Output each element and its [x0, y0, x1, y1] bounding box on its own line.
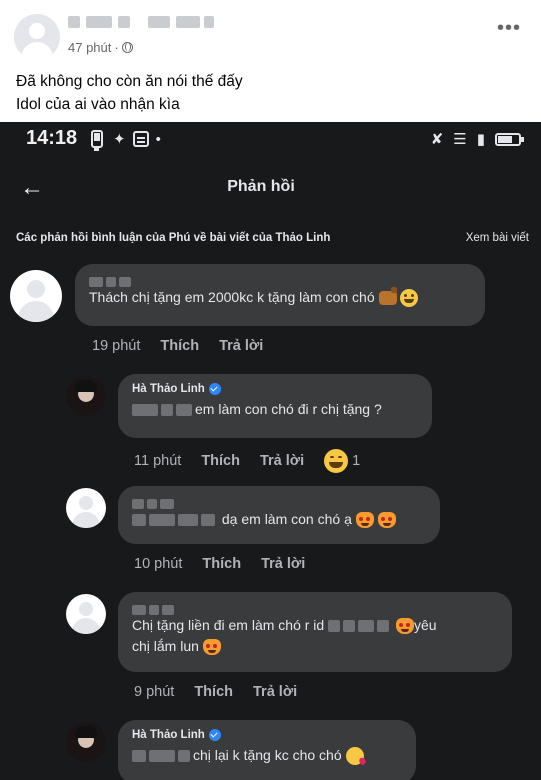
commenter-name-redacted	[132, 601, 498, 615]
post-meta: 47 phút ·	[68, 40, 133, 55]
reply-author-name[interactable]: Hà Thảo Linh	[132, 383, 205, 395]
post-caption: Đã không cho còn ăn nói thế đấy Idol của…	[16, 70, 243, 116]
dot-icon: •	[155, 130, 161, 148]
message-icon	[132, 131, 149, 147]
reply-text: em làm con chó đi r chị tặng ?	[132, 399, 418, 420]
screen-title: Phản hồi	[227, 178, 295, 195]
battery-level-icon	[495, 132, 524, 146]
heart-eyes-cat-icon	[377, 512, 396, 529]
reply-text: chị lại k tặng kc cho chó	[132, 745, 402, 766]
commenter-name-redacted	[132, 495, 426, 509]
reply-author: Hà Thảo Linh	[132, 383, 418, 395]
reply-button[interactable]: Trả lời	[261, 556, 305, 572]
commenter-name-redacted	[89, 273, 471, 287]
comment-time: 9 phút	[134, 684, 175, 700]
status-bar: 14:18 ✦ • ✘ ☰ ▮	[0, 122, 541, 158]
view-post-link[interactable]: Xem bài viết	[466, 232, 529, 244]
comment-text: dạ em làm con chó ạ	[132, 509, 426, 530]
commenter-avatar[interactable]	[66, 488, 106, 528]
commenter-avatar[interactable]	[66, 594, 106, 634]
dog-emoji-icon	[378, 287, 397, 306]
kissing-cat-icon	[202, 639, 221, 656]
more-options-icon[interactable]: •••	[497, 18, 521, 38]
author-photo-avatar[interactable]	[66, 376, 106, 416]
wifi-icon: ☰	[453, 131, 467, 148]
reply-button[interactable]: Trả lời	[253, 684, 297, 700]
context-label: Các phản hồi bình luận của Phú về bài vi…	[16, 232, 331, 244]
reaction-summary[interactable]: 1	[324, 449, 360, 473]
comment-time: 10 phút	[134, 556, 183, 572]
status-time: 14:18	[26, 127, 78, 149]
reply-author: Hà Thảo Linh	[132, 729, 402, 741]
author-photo-avatar[interactable]	[66, 722, 106, 762]
kissing-face-emoji-icon	[345, 747, 364, 766]
like-button[interactable]: Thích	[201, 453, 240, 469]
broom-icon: ✦	[113, 131, 126, 148]
post-header: 47 phút · •••	[0, 0, 541, 62]
status-icons-right: ✘ ☰ ▮	[430, 130, 524, 148]
author-avatar[interactable]	[14, 14, 60, 60]
mute-icon: ✘	[430, 131, 444, 148]
reaction-count: 1	[352, 453, 361, 469]
post-time[interactable]: 47 phút	[68, 40, 111, 55]
like-button[interactable]: Thích	[160, 338, 199, 354]
embedded-screenshot: 14:18 ✦ • ✘ ☰ ▮ ← Phản hồi Các phản hồi …	[0, 122, 541, 780]
comment-actions: 10 phút Thích Trả lời	[134, 556, 305, 572]
caption-line-2: Idol của ai vào nhận kìa	[16, 96, 180, 113]
like-button[interactable]: Thích	[194, 684, 233, 700]
caption-line-1: Đã không cho còn ăn nói thế đấy	[16, 73, 243, 90]
meta-separator: ·	[114, 40, 119, 55]
commenter-avatar[interactable]	[10, 270, 62, 322]
heart-eyes-cat-icon	[355, 512, 374, 529]
comment-bubble[interactable]: Thách chị tặng em 2000kc k tặng làm con …	[75, 264, 485, 326]
reply-bubble[interactable]: Hà Thảo Linh chị lại k tặng kc cho chó	[118, 720, 416, 780]
verified-badge-icon	[208, 383, 221, 395]
comment-text: Thách chị tặng em 2000kc k tặng làm con …	[89, 287, 471, 308]
verified-badge-icon	[208, 729, 221, 741]
top-bar: ← Phản hồi	[0, 168, 541, 208]
like-button[interactable]: Thích	[202, 556, 241, 572]
battery-icon	[91, 130, 103, 148]
comment-text: Chị tặng liền đi em làm chó r id yêu	[132, 617, 437, 635]
laughing-emoji-icon	[400, 289, 419, 308]
signal-icon: ▮	[476, 131, 485, 148]
globe-icon	[121, 42, 133, 53]
comment-bubble[interactable]: Chị tặng liền đi em làm chó r id yêu chị…	[118, 592, 512, 672]
reply-bubble[interactable]: Hà Thảo Linh em làm con chó đi r chị tặn…	[118, 374, 432, 438]
haha-reaction-icon	[324, 449, 349, 473]
reply-actions: 11 phút Thích Trả lời 1	[134, 449, 360, 473]
reply-button[interactable]: Trả lời	[219, 338, 263, 354]
comment-text-line-2: chị lắm lun	[132, 636, 498, 657]
reply-time: 11 phút	[134, 453, 182, 469]
reply-author-name[interactable]: Hà Thảo Linh	[132, 729, 205, 741]
status-icons-left: ✦ •	[88, 130, 161, 148]
comment-actions: 9 phút Thích Trả lời	[134, 684, 297, 700]
author-name-redacted[interactable]	[68, 16, 216, 30]
comment-bubble[interactable]: dạ em làm con chó ạ	[118, 486, 440, 544]
heart-eyes-cat-icon	[395, 618, 414, 635]
comment-actions: 19 phút Thích Trả lời	[92, 338, 263, 354]
reply-button[interactable]: Trả lời	[260, 453, 304, 469]
comment-time: 19 phút	[92, 338, 141, 354]
